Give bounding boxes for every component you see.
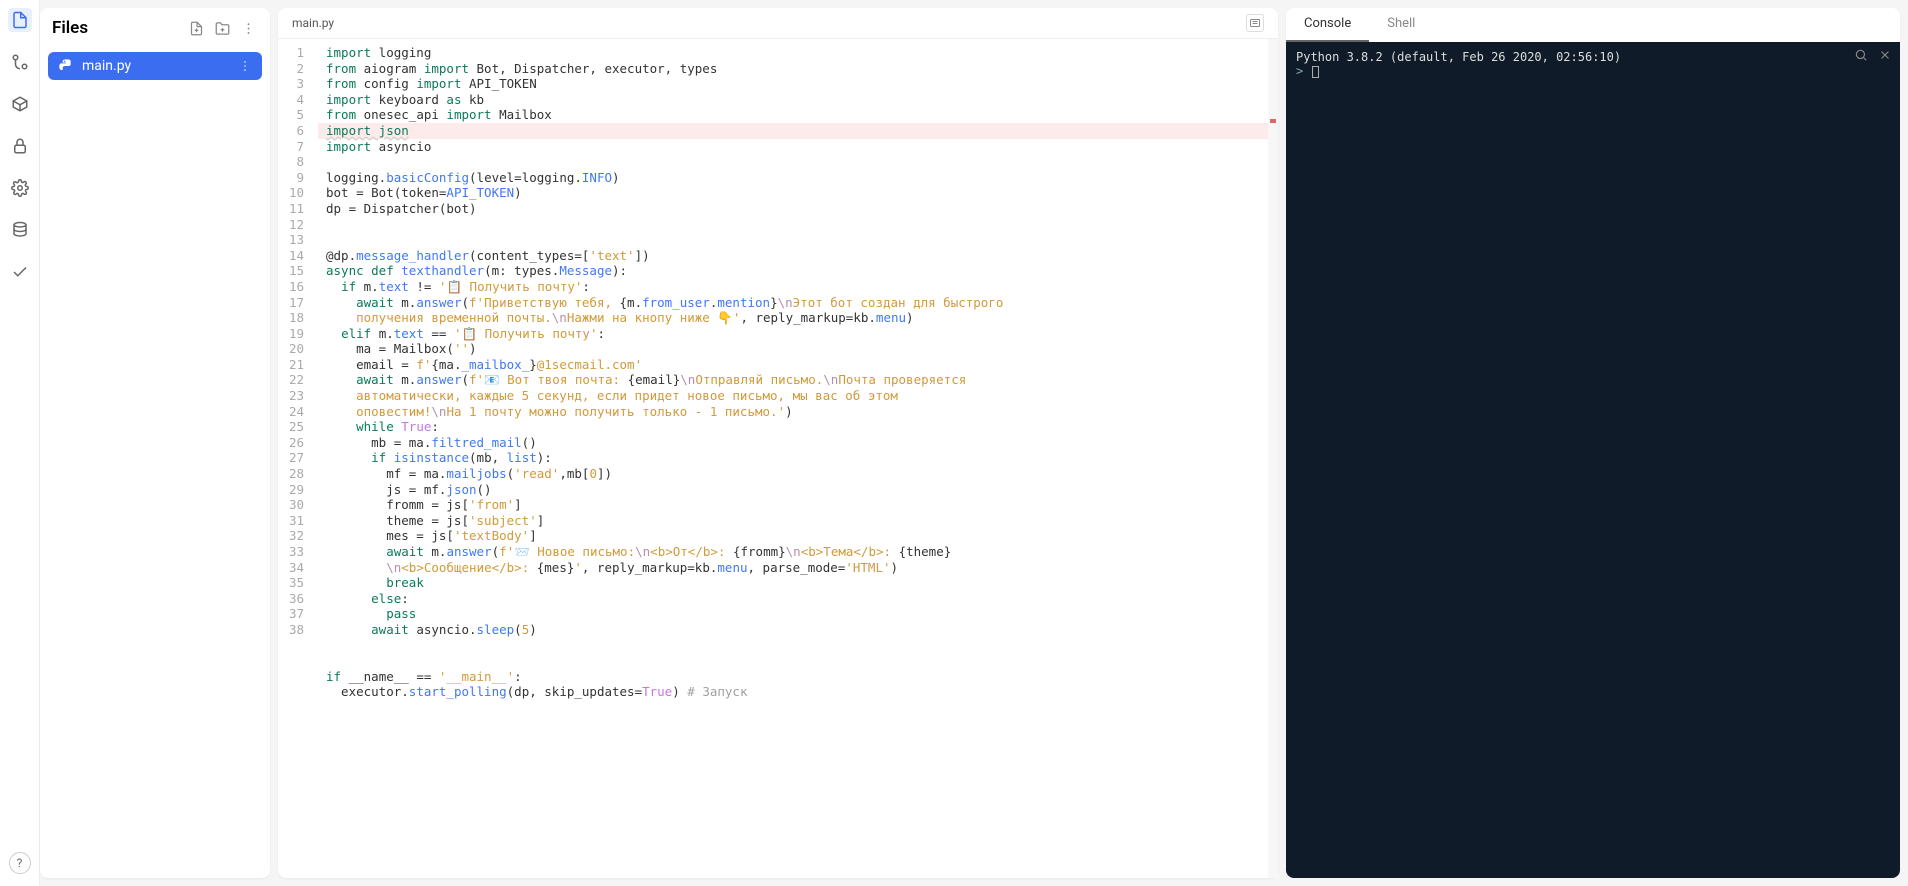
file-item-main[interactable]: main.py — [48, 52, 262, 80]
file-name: main.py — [82, 58, 131, 74]
editor-tab[interactable]: main.py — [278, 8, 1278, 39]
console-prompt-line[interactable]: > — [1296, 64, 1890, 78]
more-icon[interactable] — [238, 18, 258, 38]
files-tab-icon[interactable] — [8, 8, 32, 32]
console-search-icon[interactable] — [1854, 48, 1868, 62]
markdown-toggle-icon[interactable] — [1246, 14, 1264, 32]
scrollbar-track[interactable] — [1268, 39, 1278, 878]
line-gutter: 1234567891011121314151617181920212223242… — [278, 39, 318, 878]
code-content[interactable]: import loggingfrom aiogram import Bot, D… — [318, 39, 1278, 878]
prompt-symbol: > — [1296, 64, 1303, 78]
tab-shell[interactable]: Shell — [1369, 8, 1433, 42]
tab-console[interactable]: Console — [1286, 8, 1369, 42]
secrets-icon[interactable] — [8, 134, 32, 158]
console-close-icon[interactable] — [1878, 48, 1892, 62]
files-panel: Files main.py — [40, 8, 270, 878]
help-button[interactable]: ? — [9, 852, 31, 874]
error-marker — [1270, 119, 1276, 123]
editor-tab-label: main.py — [292, 16, 334, 30]
code-editor[interactable]: 1234567891011121314151617181920212223242… — [278, 39, 1278, 878]
new-file-icon[interactable] — [186, 18, 206, 38]
console-banner: Python 3.8.2 (default, Feb 26 2020, 02:5… — [1296, 50, 1890, 64]
packages-icon[interactable] — [8, 92, 32, 116]
python-icon — [58, 58, 74, 74]
files-title: Files — [52, 18, 180, 38]
activity-bar: ? — [0, 0, 40, 886]
right-panel: Console Shell Python 3.8.2 (default, Feb… — [1286, 8, 1900, 878]
database-icon[interactable] — [8, 218, 32, 242]
new-folder-icon[interactable] — [212, 18, 232, 38]
console-tabs: Console Shell — [1286, 8, 1900, 42]
editor-panel: main.py 12345678910111213141516171819202… — [278, 8, 1278, 878]
cursor — [1312, 66, 1319, 78]
version-control-icon[interactable] — [8, 50, 32, 74]
file-menu-icon[interactable] — [238, 59, 252, 73]
settings-icon[interactable] — [8, 176, 32, 200]
check-icon[interactable] — [8, 260, 32, 284]
console-body[interactable]: Python 3.8.2 (default, Feb 26 2020, 02:5… — [1286, 42, 1900, 878]
